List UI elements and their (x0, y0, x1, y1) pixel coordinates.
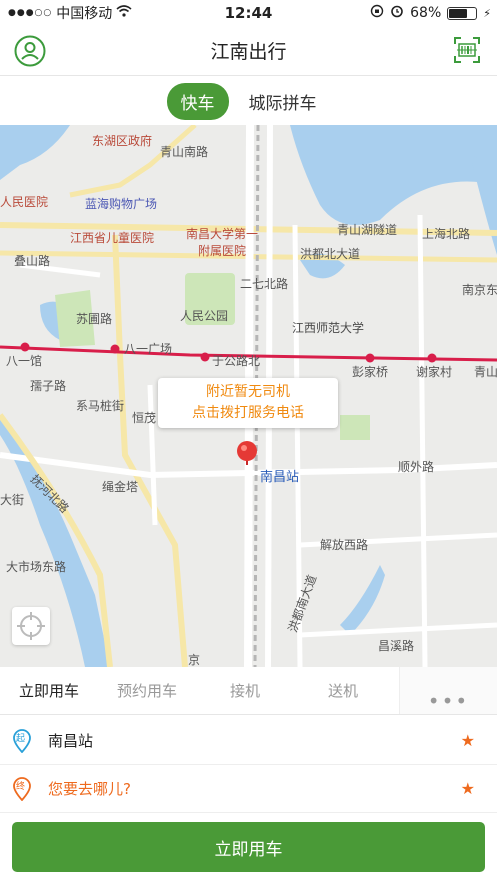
orientation-lock-icon (370, 4, 384, 22)
map-label: 青山湖隧道 (337, 223, 398, 237)
start-favorite-star-icon[interactable]: ★ (461, 731, 475, 750)
tab-airport-pickup[interactable]: 接机 (196, 680, 294, 701)
map-label: 叠山路 (14, 254, 51, 268)
status-right: 68% ⚡ (370, 4, 491, 22)
more-dots-icon[interactable]: ••• (399, 667, 497, 714)
map-label: 南昌大学第一 (186, 227, 259, 241)
user-icon[interactable] (14, 35, 46, 67)
destination-input[interactable]: 您要去哪儿? (48, 778, 131, 799)
map-label: 二七北路 (240, 277, 289, 291)
map-label: 绳金塔 (102, 480, 139, 494)
map-label: 彭家桥 (352, 365, 389, 379)
map-label: 人民医院 (0, 195, 49, 209)
map-label: 江西师范大学 (292, 321, 365, 335)
tab-airport-dropoff[interactable]: 送机 (294, 680, 392, 701)
map-label: 东湖区政府 (92, 134, 153, 148)
mode-tabs: 立即用车 预约用车 接机 送机 ••• (0, 667, 497, 715)
popup-line-1: 附近暂无司机 (206, 384, 290, 400)
nav-bar: 江南出行 (0, 26, 497, 76)
map-label: 人民公园 (180, 309, 229, 323)
crosshair-icon (17, 612, 45, 640)
start-address-text: 南昌站 (48, 732, 94, 750)
map-label: 青山 (474, 365, 497, 379)
map-label: 孺子路 (30, 379, 67, 393)
status-bar: ●●●○○ 中国移动 12:44 68% ⚡ (0, 0, 497, 26)
map-label-station: 南昌站 (260, 470, 300, 485)
map-label: 大街 (0, 493, 25, 507)
battery-percent: 68% (410, 5, 442, 21)
book-now-button[interactable]: 立即用车 (12, 822, 485, 872)
map-label: 蓝海购物广场 (85, 197, 158, 211)
battery-fill (449, 8, 468, 18)
map-label: 八一馆 (6, 354, 43, 368)
charging-icon: ⚡ (483, 6, 491, 20)
page-title: 江南出行 (210, 41, 287, 63)
map-label: 上海北路 (422, 227, 471, 241)
map-label: 昌溪路 (378, 639, 415, 653)
map-label: 谢家村 (416, 365, 453, 379)
locate-button[interactable] (12, 607, 50, 645)
map-label: 苏圃路 (76, 312, 113, 326)
map-label: 解放西路 (320, 538, 369, 552)
map-label: 洪都北大道 (300, 247, 361, 261)
map-label: 附属医院 (198, 244, 247, 258)
start-pin-icon: 起 (12, 729, 32, 754)
map-view[interactable]: 东湖区政府 青山南路 人民医院 蓝海购物广场 江西省儿童医院 南昌大学第一 附属… (0, 125, 497, 667)
no-driver-popup[interactable]: 附近暂无司机 点击拨打服务电话 (158, 378, 338, 428)
scan-icon[interactable] (453, 35, 481, 67)
destination-favorite-star-icon[interactable]: ★ (461, 779, 475, 798)
map-label: 恒茂 (132, 411, 157, 425)
map-label: 青山南路 (160, 145, 209, 159)
map-label: 南京东 (462, 283, 497, 297)
end-pin-icon: 终 (12, 777, 32, 802)
end-badge: 终 (16, 782, 26, 792)
map-label: 于公路北 (212, 354, 261, 368)
popup-line-2: 点击拨打服务电话 (192, 405, 304, 421)
destination-row[interactable]: 终 您要去哪儿? ★ (0, 765, 497, 813)
map-label: 江西省儿童医院 (70, 231, 155, 245)
map-label: 系马桩街 (76, 399, 125, 413)
map-label: 京 (188, 653, 201, 667)
start-address-row[interactable]: 起 南昌站 ★ (0, 717, 497, 765)
tab-book-now[interactable]: 立即用车 (0, 680, 98, 701)
tab-intercity-carpool[interactable]: 城际拼车 (235, 83, 331, 120)
start-badge: 起 (16, 734, 26, 744)
map-label: 顺外路 (398, 460, 435, 474)
battery-icon (447, 6, 478, 20)
map-label: 八一广场 (124, 342, 173, 356)
tab-express[interactable]: 快车 (166, 82, 229, 120)
tab-reserve[interactable]: 预约用车 (98, 680, 196, 701)
service-tabs: 快车 城际拼车 (0, 77, 497, 125)
map-label: 大市场东路 (6, 560, 67, 574)
alarm-icon (390, 4, 404, 22)
